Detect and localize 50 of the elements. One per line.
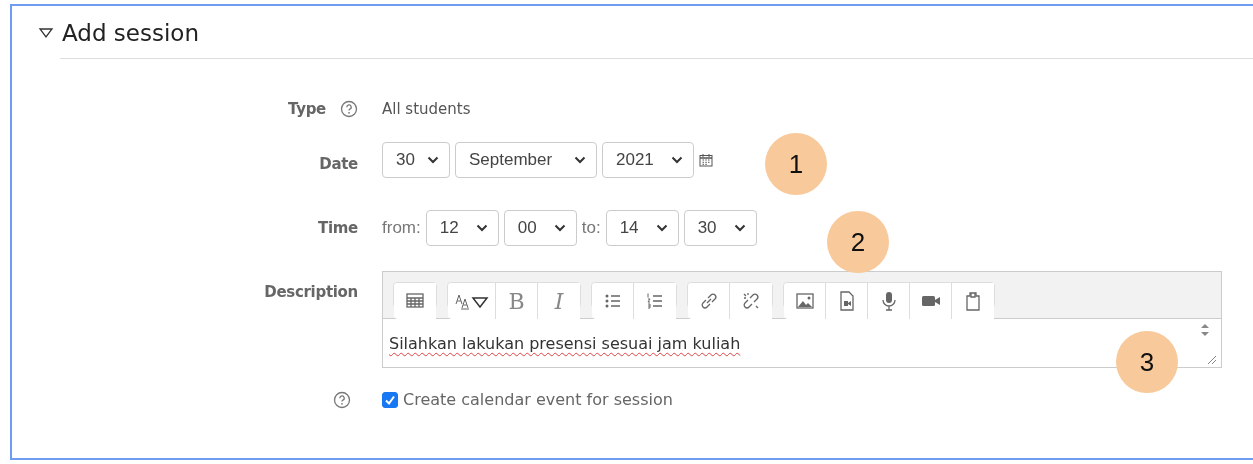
checkbox[interactable]: [382, 391, 398, 408]
number-badge: 2: [827, 211, 889, 273]
chevron-icon: [574, 156, 586, 164]
chevron-icon: [475, 224, 488, 232]
select-field[interactable]: 30: [683, 210, 757, 246]
video-camera-button[interactable]: [910, 283, 952, 319]
media-file-button[interactable]: [826, 283, 868, 319]
number-badge: 1: [765, 133, 827, 195]
select-field[interactable]: 14: [605, 210, 679, 246]
image-button[interactable]: [784, 283, 826, 319]
table-button[interactable]: [394, 283, 436, 319]
check-icon: [384, 393, 396, 406]
section-title: Add session: [62, 20, 199, 46]
bold-button[interactable]: B: [496, 283, 538, 319]
bullet-list-button[interactable]: [592, 283, 634, 319]
chevron-icon: [733, 224, 746, 232]
collapse-triangle-icon[interactable]: [38, 26, 54, 40]
font-size-icon: [454, 292, 489, 310]
resize-handle-icon: [1205, 353, 1217, 365]
checkbox-label: Create calendar event for session: [403, 390, 673, 409]
paste-button[interactable]: [952, 283, 994, 319]
microphone-button[interactable]: [868, 283, 910, 319]
field-label: Time: [318, 219, 358, 237]
numbered-list-button[interactable]: [634, 283, 676, 319]
calendar-icon[interactable]: [699, 153, 713, 167]
italic-button[interactable]: I: [538, 283, 580, 319]
chevron-icon: [553, 224, 566, 232]
field-label: Description: [264, 283, 358, 301]
editor-text: Silahkan lakukan presensi sesuai jam kuliah: [389, 334, 741, 355]
select-field[interactable]: September: [455, 142, 597, 178]
help-icon[interactable]: [333, 390, 351, 409]
chevron-icon: [655, 224, 668, 232]
link-button[interactable]: [688, 283, 730, 319]
field-label: Type: [288, 100, 326, 118]
chevron-icon: [427, 156, 439, 164]
field-value: All students: [382, 100, 471, 118]
chevron-icon: [671, 156, 683, 164]
image-icon: [793, 290, 816, 312]
help-icon[interactable]: [340, 100, 358, 118]
from-label: from:: [382, 218, 421, 238]
field-label: Date: [319, 155, 358, 173]
select-field[interactable]: 12: [425, 210, 499, 246]
select-field[interactable]: 30: [382, 142, 450, 178]
select-field[interactable]: 2021: [602, 142, 694, 178]
scroll-arrows-icon: [1199, 323, 1211, 337]
select-field[interactable]: 00: [503, 210, 577, 246]
font-style-button[interactable]: [448, 283, 496, 319]
number-badge: 3: [1116, 331, 1178, 393]
to-label: to:: [581, 218, 601, 238]
unlink-button[interactable]: [730, 283, 772, 319]
